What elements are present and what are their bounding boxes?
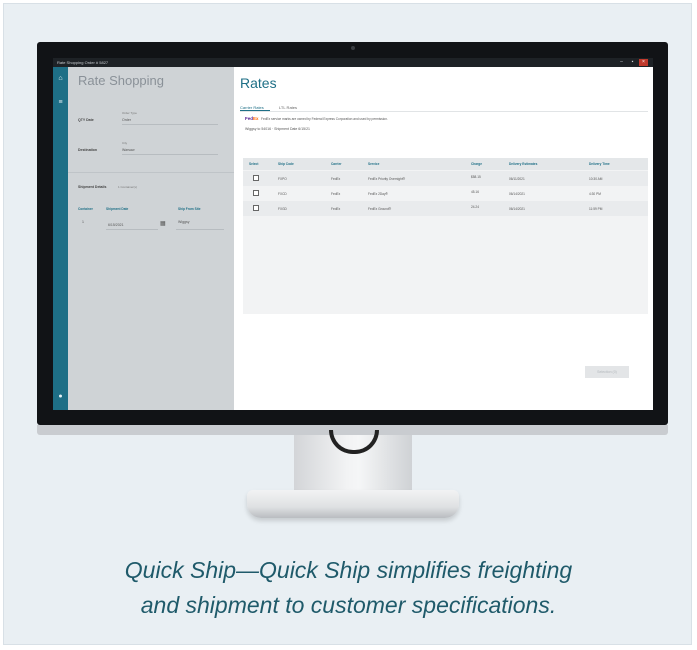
row-shipment-date[interactable]: 6/15/2021 [108,223,124,227]
window-title: Rate Shopping Order # 5827 [57,60,109,65]
cell-delivery-time: 11:59 PM [589,207,603,211]
rate-shopping-panel: Rate Shopping QTY Date Order Type Order … [68,67,234,410]
cell-ship-code: FXCD [278,192,287,196]
cell-charge: 45.16 [471,190,479,194]
cell-service: FedEx Priority Overnight® [368,177,406,181]
city-label: City [122,141,128,145]
caption-line-1: Quick Ship—Quick Ship simplifies freight… [124,557,573,583]
row-checkbox[interactable] [253,205,259,211]
cell-carrier: FedEx [331,207,341,211]
cell-service: FedEx 2Day® [368,192,388,196]
tab-ltl-rates[interactable]: LTL Rates [279,105,297,110]
shipment-details-label: Shipment Details [78,185,107,189]
site-underline [176,229,224,230]
th-select: Select [249,162,259,166]
fedex-logo: FedEx [245,116,259,121]
rates-main: Rates Carrier Rates LTL Rates FedEx FedE… [234,67,653,410]
table-row[interactable]: FXPO FedEx FedEx Priority Overnight® $58… [243,171,648,186]
rates-title: Rates [240,75,277,91]
order-type-label: Order Type [122,111,137,115]
container-count: 1 Container(s) [118,185,138,189]
maximize-icon[interactable]: ▪ [628,59,637,66]
left-nav-bar: ⌂ ≡ ● [53,67,68,410]
cell-ship-code: FXPO [278,177,287,181]
col-container: Container [78,207,93,211]
menu-icon[interactable]: ≡ [57,99,64,106]
cell-carrier: FedEx [331,177,341,181]
th-carrier: Carrier [331,162,342,166]
date-underline [106,229,158,230]
cell-delivery-time: 10:30 AM [589,177,603,181]
order-type-underline [122,124,218,125]
cell-charge: $58.15 [471,175,481,179]
row-checkbox[interactable] [253,175,259,181]
cell-delivery-date: 06/14/2021 [509,192,525,196]
home-icon[interactable]: ⌂ [57,75,64,82]
table-row[interactable]: FXGD FedEx FedEx Ground® 24.24 06/14/202… [243,201,648,216]
city-field[interactable]: Warsaw [122,148,135,152]
cell-carrier: FedEx [331,192,341,196]
camera-dot [351,46,355,50]
calendar-icon[interactable]: ▦ [160,220,166,227]
th-ship-code: Ship Code [278,162,294,166]
minimize-icon[interactable]: – [617,59,626,66]
table-header: Select Ship Code Carrier Service Charge … [243,158,648,170]
th-delivery-estimates: Delivery Estimates [509,162,538,166]
row-checkbox[interactable] [253,190,259,196]
col-ship-from-site: Ship From Site [178,207,201,211]
row-ship-from-site[interactable]: Wiggsy [178,220,189,224]
cell-delivery-date: 06/14/2021 [509,207,525,211]
divider [68,172,234,173]
save-selection-button[interactable]: Selection (0) [585,366,629,378]
app-screen: Rate Shopping Order # 5827 – ▪ × ⌂ ≡ ● R… [53,58,653,410]
th-delivery-time: Delivery Time [589,162,610,166]
th-charge: Charge [471,162,482,166]
qty-date-label: QTY Date [78,118,94,122]
monitor: Rate Shopping Order # 5827 – ▪ × ⌂ ≡ ● R… [37,42,668,425]
table-row[interactable]: FXCD FedEx FedEx 2Day® 45.16 06/14/2021 … [243,186,648,201]
page-frame: Rate Shopping Order # 5827 – ▪ × ⌂ ≡ ● R… [3,3,692,645]
city-underline [122,154,218,155]
row-container: 1 [82,220,84,224]
cell-delivery-date: 06/11/2021 [509,177,525,181]
shipment-info: Wiggsy to 54016 · Shipment Date 6/15/21 [245,127,310,131]
panel-title: Rate Shopping [78,73,165,88]
order-type-field[interactable]: Order [122,118,131,122]
cell-delivery-time: 4:30 PM [589,192,601,196]
cell-ship-code: FXGD [278,207,287,211]
cell-service: FedEx Ground® [368,207,392,211]
window-titlebar: Rate Shopping Order # 5827 – ▪ × [53,58,653,67]
tab-divider [240,111,648,112]
user-icon[interactable]: ● [57,393,64,400]
destination-label: Destination [78,148,98,152]
close-icon[interactable]: × [639,59,648,66]
fedex-notice: FedEx service marks are owned by Federal… [261,117,388,121]
th-service: Service [368,162,380,166]
rates-table: Select Ship Code Carrier Service Charge … [243,158,648,314]
caption-line-2: and shipment to customer specifications. [140,592,557,618]
monitor-stand-base [247,490,459,518]
cell-charge: 24.24 [471,205,479,209]
col-shipment-date: Shipment Date [106,207,129,211]
